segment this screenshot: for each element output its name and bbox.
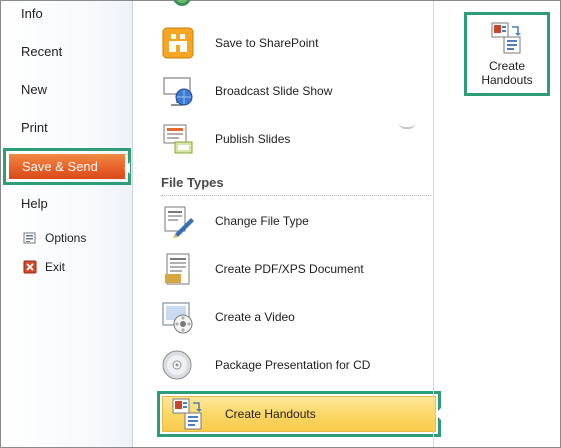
publish-slides-icon: [161, 122, 195, 156]
nav-options-label: Options: [45, 231, 87, 245]
exit-icon: [23, 260, 37, 274]
change-file-type-label: Change File Type: [215, 214, 309, 228]
nav-help[interactable]: Help: [21, 196, 48, 211]
handouts-icon: [171, 397, 205, 431]
nav-recent[interactable]: Recent: [21, 44, 62, 59]
change-file-type-icon: [161, 204, 195, 238]
cd-icon: [161, 348, 195, 382]
broadcast-slide-show-item[interactable]: Broadcast Slide Show: [161, 71, 437, 111]
handouts-icon: [490, 21, 524, 55]
broadcast-icon: [161, 74, 195, 108]
email-icon: [171, 0, 193, 9]
create-handouts-button-line1: Create: [488, 59, 526, 73]
package-cd-label: Package Presentation for CD: [215, 358, 371, 372]
nav-info[interactable]: Info: [21, 6, 43, 21]
create-video-label: Create a Video: [215, 310, 295, 324]
change-file-type-item[interactable]: Change File Type: [161, 201, 437, 241]
create-handouts-button-label: Create Handouts: [481, 59, 532, 87]
nav-active-pointer: [124, 162, 130, 174]
create-handouts-button[interactable]: Create Handouts: [464, 12, 550, 96]
create-pdf-xps-label: Create PDF/XPS Document: [215, 262, 364, 276]
nav-exit[interactable]: Exit: [23, 260, 65, 274]
nav-new[interactable]: New: [21, 82, 47, 97]
save-to-sharepoint-label: Save to SharePoint: [215, 36, 319, 50]
nav-save-send[interactable]: Save & Send: [3, 148, 131, 185]
video-icon: [161, 300, 195, 334]
sharepoint-icon: [161, 26, 195, 60]
create-handouts-label: Create Handouts: [225, 407, 316, 421]
nav-save-send-label: Save & Send: [9, 154, 125, 179]
broadcast-slide-show-label: Broadcast Slide Show: [215, 84, 333, 98]
nav-exit-label: Exit: [45, 260, 66, 274]
create-handouts-highlight: Create Handouts: [162, 396, 436, 432]
selected-row-pointer: [435, 408, 441, 420]
create-pdf-xps-item[interactable]: Create PDF/XPS Document: [161, 249, 437, 289]
save-to-sharepoint-item[interactable]: Save to SharePoint: [161, 23, 437, 63]
create-handouts-button-line2: Handouts: [481, 73, 533, 87]
pdf-xps-icon: [161, 252, 195, 286]
section-divider: [161, 195, 431, 196]
create-video-item[interactable]: Create a Video: [161, 297, 437, 337]
nav-options[interactable]: Options: [23, 231, 86, 245]
package-cd-item[interactable]: Package Presentation for CD: [161, 345, 437, 385]
create-handouts-item[interactable]: Create Handouts: [157, 391, 441, 437]
file-types-heading: File Types: [161, 175, 224, 190]
save-send-options: Save to SharePoint Broadcast Slide Show: [151, 0, 441, 447]
publish-slides-label: Publish Slides: [215, 132, 291, 146]
backstage-nav: Info Recent New Print Save & Send Help O…: [1, 1, 133, 447]
nav-print[interactable]: Print: [21, 120, 48, 135]
publish-slides-item[interactable]: Publish Slides: [161, 119, 437, 159]
options-icon: [23, 231, 37, 245]
panel-divider: [433, 1, 434, 447]
